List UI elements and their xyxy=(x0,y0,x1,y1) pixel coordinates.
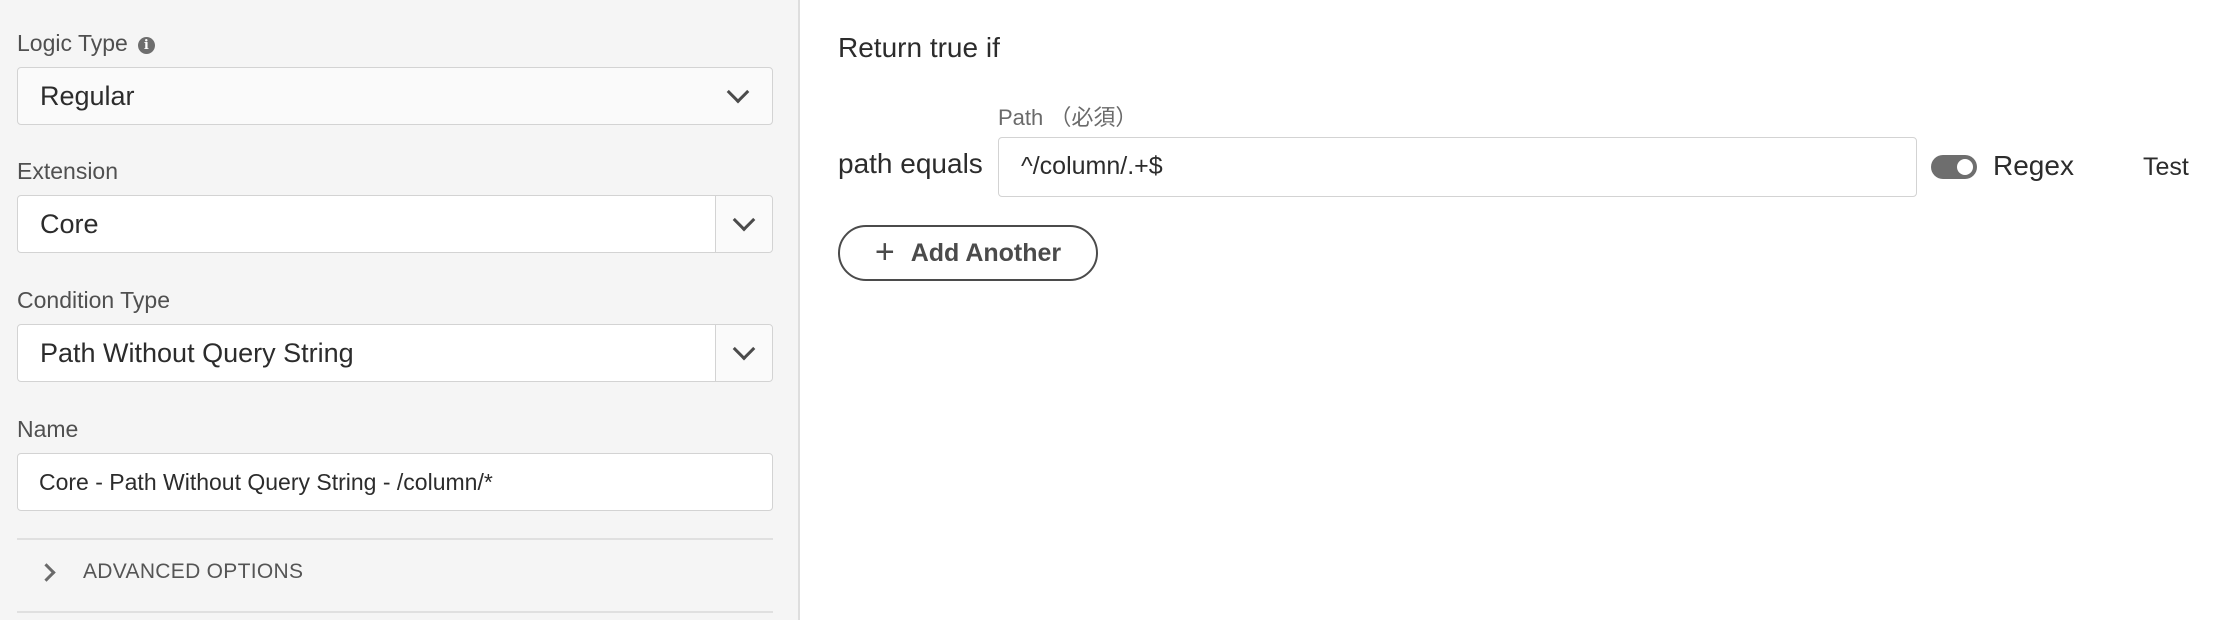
logic-type-picker[interactable]: Regular xyxy=(17,67,773,125)
condition-type-label: Condition Type xyxy=(17,287,171,313)
logic-type-label: Logic Type i xyxy=(17,30,155,57)
path-input[interactable]: ^/column/.+$ xyxy=(998,137,1917,197)
chevron-down-icon xyxy=(726,80,750,104)
name-input[interactable]: Core - Path Without Query String - /colu… xyxy=(17,453,773,511)
plus-icon: + xyxy=(874,232,895,271)
logic-type-value: Regular xyxy=(40,80,135,111)
name-label: Name xyxy=(17,416,79,442)
condition-type-dropdown-button[interactable] xyxy=(715,325,772,381)
left-panel: Logic Type i Regular Extension Core Condi… xyxy=(0,0,800,620)
extension-label: Extension xyxy=(17,158,119,184)
condition-label: path equals xyxy=(838,148,983,179)
add-another-label: Add Another xyxy=(910,238,1062,267)
name-value[interactable]: Core - Path Without Query String - /colu… xyxy=(18,469,772,496)
chevron-down-icon xyxy=(732,208,756,232)
extension-combobox[interactable]: Core xyxy=(17,195,773,253)
divider xyxy=(17,538,773,540)
extension-dropdown-button[interactable] xyxy=(715,196,772,252)
regex-toggle[interactable] xyxy=(1931,155,1977,179)
advanced-options-label: ADVANCED OPTIONS xyxy=(83,560,304,583)
chevron-down-icon xyxy=(732,337,756,361)
condition-type-combobox[interactable]: Path Without Query String xyxy=(17,324,773,382)
regex-label: Regex xyxy=(1993,150,2074,181)
divider xyxy=(17,611,773,613)
advanced-options-toggle[interactable]: ADVANCED OPTIONS xyxy=(37,560,304,584)
chevron-right-icon xyxy=(37,562,56,582)
test-button[interactable]: Test xyxy=(2143,153,2189,182)
section-heading: Return true if xyxy=(838,32,1000,63)
extension-value[interactable]: Core xyxy=(18,209,715,240)
add-another-button[interactable]: + Add Another xyxy=(838,225,1098,281)
condition-type-value[interactable]: Path Without Query String xyxy=(18,338,715,369)
path-label: Path （必須） xyxy=(998,105,1138,130)
info-icon[interactable]: i xyxy=(137,37,155,54)
right-panel: Return true if Path （必須） path equals ^/c… xyxy=(800,0,2222,620)
